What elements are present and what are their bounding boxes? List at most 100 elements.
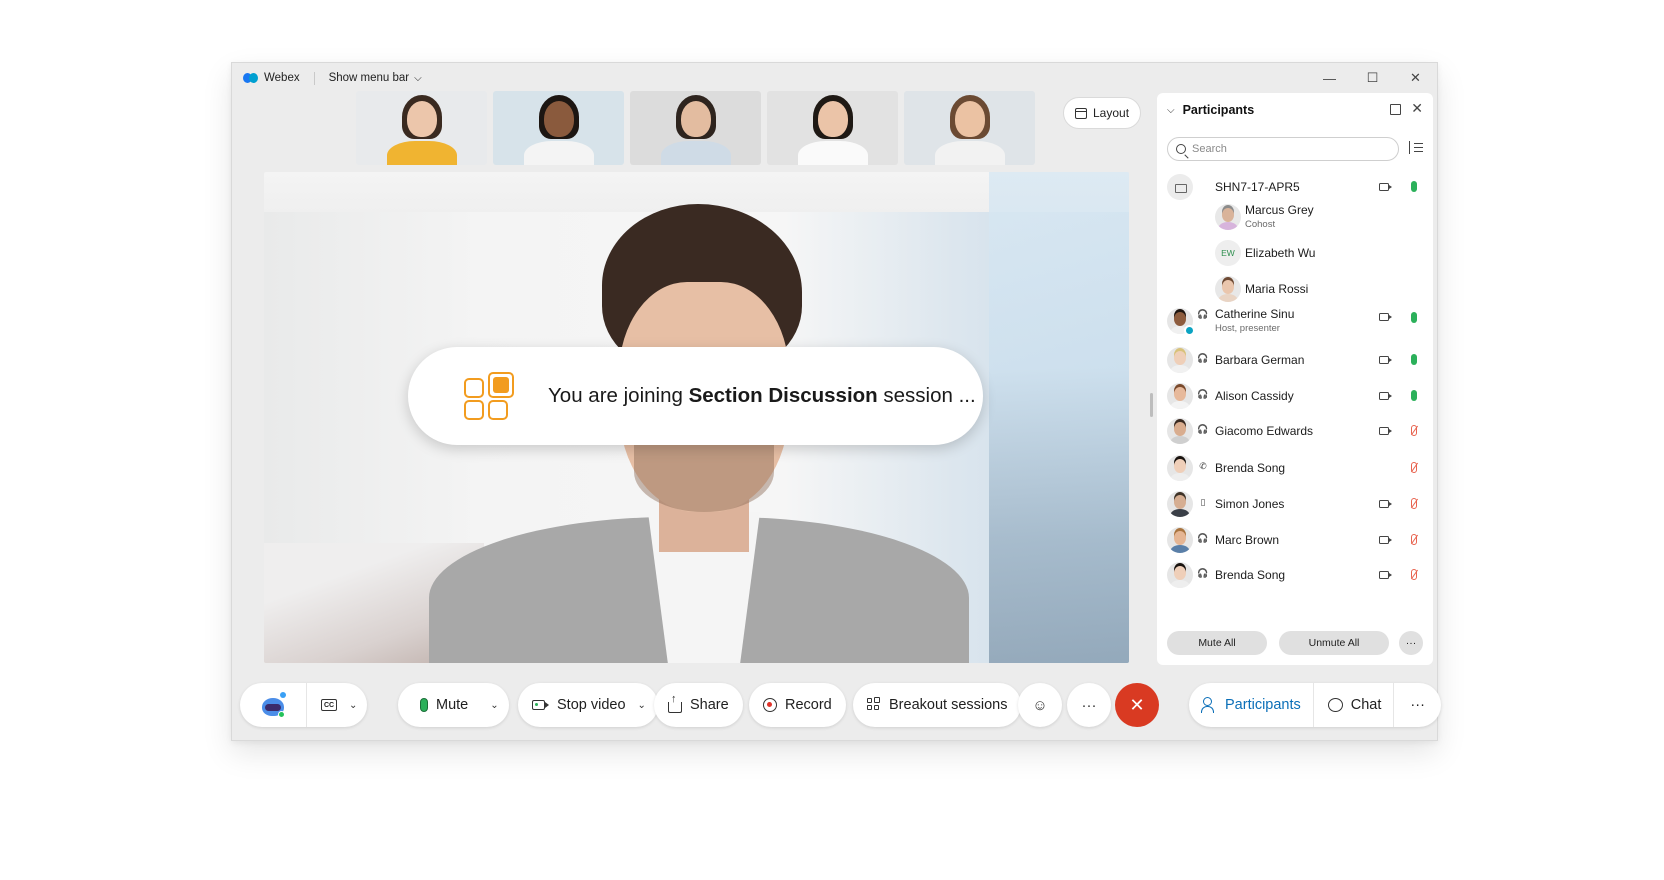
- stop-video-label: Stop video: [557, 697, 626, 713]
- microphone-muted-icon[interactable]: [1411, 534, 1417, 545]
- video-thumbnail[interactable]: [630, 91, 761, 165]
- participant-video-icon[interactable]: [1379, 313, 1392, 321]
- end-call-button[interactable]: ✕: [1115, 683, 1159, 727]
- mute-button[interactable]: Mute ⌄: [398, 683, 509, 727]
- close-panel-icon[interactable]: ✕: [1411, 100, 1423, 117]
- video-thumbnail[interactable]: [767, 91, 898, 165]
- show-menu-bar-button[interactable]: Show menu bar ⌵: [329, 72, 422, 84]
- participant-video-icon[interactable]: [1379, 536, 1392, 544]
- participant-name: Elizabeth Wu: [1245, 246, 1316, 260]
- layout-label: Layout: [1093, 106, 1130, 120]
- participant-row[interactable]: 🎧 Brenda Song: [1157, 557, 1433, 593]
- reactions-button[interactable]: ☺: [1018, 683, 1062, 727]
- layout-button[interactable]: Layout: [1063, 97, 1142, 129]
- microphone-unmuted-icon[interactable]: [1411, 312, 1417, 323]
- maximize-button[interactable]: ☐: [1351, 63, 1394, 93]
- breakout-sessions-icon: [867, 697, 881, 712]
- participant-video-icon[interactable]: [1379, 392, 1392, 400]
- breakout-grid-icon: [464, 372, 516, 420]
- microphone-muted-icon[interactable]: [1411, 462, 1417, 473]
- record-button-content: Record: [749, 683, 846, 727]
- mute-all-button[interactable]: Mute All: [1167, 631, 1267, 655]
- microphone-muted-icon[interactable]: [1411, 498, 1417, 509]
- video-thumbnail[interactable]: [904, 91, 1035, 165]
- headset-icon: 🎧: [1197, 309, 1209, 319]
- layout-icon: [1075, 107, 1087, 119]
- avatar: [1215, 276, 1241, 302]
- avatar: [1167, 527, 1193, 553]
- participant-row[interactable]: ✆ Brenda Song: [1157, 450, 1433, 486]
- ai-assistant-button[interactable]: [240, 683, 306, 727]
- app-name: Webex: [264, 72, 300, 84]
- participant-search-input[interactable]: [1192, 143, 1382, 155]
- participant-row[interactable]: Maria Rossi: [1157, 271, 1433, 307]
- panels-button-group: Participants Chat ···: [1189, 683, 1441, 727]
- panel-resize-handle[interactable]: [1150, 393, 1153, 417]
- participant-row[interactable]: 🎧 Marc Brown: [1157, 522, 1433, 558]
- participant-row[interactable]: 🎧 Giacomo Edwards: [1157, 413, 1433, 449]
- video-options-chevron-icon[interactable]: ⌄: [638, 700, 646, 711]
- microphone-unmuted-icon[interactable]: [1411, 354, 1417, 365]
- captions-options-chevron-icon[interactable]: ⌄: [349, 700, 357, 711]
- thumbnail-face: [543, 101, 574, 137]
- video-thumbnail[interactable]: [493, 91, 624, 165]
- microphone-muted-icon[interactable]: [1411, 425, 1417, 436]
- thumbnail-clothes: [660, 141, 731, 165]
- participant-row[interactable]: 🎧 Alison Cassidy: [1157, 378, 1433, 414]
- thumbnail-clothes: [934, 141, 1005, 165]
- sort-icon[interactable]: [1409, 141, 1423, 155]
- active-speaker-video[interactable]: You are joining Section Discussion sessi…: [264, 172, 1129, 663]
- record-button[interactable]: Record: [749, 683, 846, 727]
- participant-search[interactable]: [1167, 137, 1399, 161]
- participant-video-icon[interactable]: [1379, 571, 1392, 579]
- panels-more-button[interactable]: ···: [1393, 683, 1441, 727]
- participants-panel-title: Participants: [1182, 103, 1255, 117]
- participant-video-icon[interactable]: [1379, 500, 1392, 508]
- breakout-sessions-label: Breakout sessions: [889, 697, 1008, 713]
- participant-row[interactable]: 🎧 Barbara German: [1157, 342, 1433, 378]
- participant-role: Cohost: [1245, 219, 1276, 230]
- share-label: Share: [690, 697, 729, 713]
- breakout-sessions-button[interactable]: Breakout sessions: [853, 683, 1022, 727]
- title-bar: Webex Show menu bar ⌵ — ☐ ✕: [232, 63, 1437, 93]
- toast-session-name: Section Discussion: [688, 384, 878, 407]
- participant-video-icon[interactable]: [1379, 427, 1392, 435]
- video-camera-icon: [532, 700, 549, 710]
- webex-meeting-window: Webex Show menu bar ⌵ — ☐ ✕ Layout You a…: [231, 62, 1441, 741]
- share-button[interactable]: Share: [654, 683, 743, 727]
- close-window-button[interactable]: ✕: [1394, 63, 1437, 93]
- microphone-muted-icon[interactable]: [1411, 569, 1417, 580]
- end-call-icon: ✕: [1129, 694, 1145, 715]
- meeting-controls-toolbar: CC ⌄ Mute ⌄ Stop video ⌄ Share: [232, 679, 1441, 731]
- video-thumbnail[interactable]: [356, 91, 487, 165]
- microphone-unmuted-icon[interactable]: [1411, 181, 1417, 192]
- avatar: [1167, 347, 1193, 373]
- participant-row[interactable]: EW Elizabeth Wu: [1157, 235, 1433, 271]
- avatar: [1215, 204, 1241, 230]
- participant-row[interactable]: 🎧 Catherine Sinu Host, presenter: [1157, 303, 1433, 339]
- participant-row[interactable]: Marcus Grey Cohost: [1157, 199, 1433, 235]
- chat-button[interactable]: Chat: [1312, 683, 1394, 727]
- panel-more-button[interactable]: ···: [1399, 631, 1423, 655]
- participant-video-icon[interactable]: [1379, 183, 1392, 191]
- minimize-button[interactable]: —: [1308, 63, 1351, 93]
- phone-icon: ✆: [1199, 461, 1207, 471]
- microphone-unmuted-icon[interactable]: [1411, 390, 1417, 401]
- collapse-chevron-icon[interactable]: ⌵: [1167, 105, 1175, 116]
- closed-captions-button[interactable]: CC ⌄: [306, 683, 367, 727]
- unmute-all-button[interactable]: Unmute All: [1279, 631, 1389, 655]
- avatar: [1167, 383, 1193, 409]
- video-background-window: [989, 172, 1129, 663]
- popout-icon[interactable]: [1390, 104, 1401, 115]
- stop-video-button[interactable]: Stop video ⌄: [518, 683, 658, 727]
- audio-options-chevron-icon[interactable]: ⌄: [490, 700, 498, 711]
- participants-button[interactable]: Participants: [1189, 683, 1313, 727]
- participant-video-icon[interactable]: [1379, 356, 1392, 364]
- participants-panel-footer: Mute All Unmute All ···: [1167, 631, 1423, 655]
- more-options-button[interactable]: ···: [1067, 683, 1111, 727]
- thumbnail-clothes: [797, 141, 868, 165]
- participants-panel-header: ⌵ Participants ✕: [1157, 93, 1433, 127]
- headset-icon: 🎧: [1197, 568, 1209, 578]
- app-brand: Webex: [243, 72, 300, 84]
- participant-row[interactable]: ▯ Simon Jones: [1157, 486, 1433, 522]
